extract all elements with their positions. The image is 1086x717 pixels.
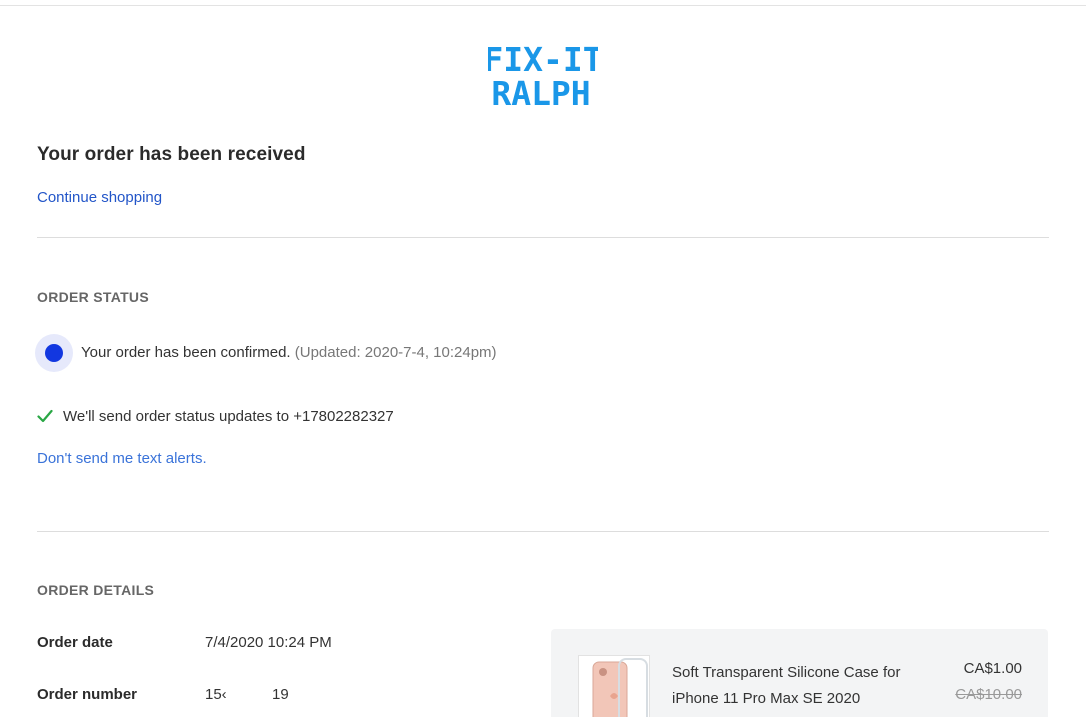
order-date-label: Order date xyxy=(37,634,113,651)
opt-out-text-alerts-link[interactable]: Don't send me text alerts. xyxy=(37,450,207,467)
order-number-value-end: 19 xyxy=(272,686,289,703)
section-divider xyxy=(37,237,1049,238)
status-indicator xyxy=(35,334,73,372)
order-items-panel: Soft Transparent Silicone Case for iPhon… xyxy=(551,629,1048,717)
continue-shopping-link[interactable]: Continue shopping xyxy=(37,189,162,206)
order-number-value-start: 15‹ xyxy=(205,686,227,703)
top-divider xyxy=(0,5,1086,6)
order-status-heading: ORDER STATUS xyxy=(37,289,149,305)
section-divider xyxy=(37,531,1049,532)
logo-artwork: FIX-IT RALPH xyxy=(488,40,598,108)
order-number-label: Order number xyxy=(37,686,138,703)
checkmark-icon xyxy=(37,409,53,423)
status-message: Your order has been confirmed. (Updated:… xyxy=(81,344,497,361)
order-details-heading: ORDER DETAILS xyxy=(37,582,155,598)
product-thumbnail[interactable] xyxy=(578,655,650,717)
status-dot-icon xyxy=(45,344,63,362)
status-updated-text: (Updated: 2020-7-4, 10:24pm) xyxy=(294,344,497,361)
store-logo[interactable]: FIX-IT RALPH xyxy=(488,40,598,108)
product-original-price: CA$10.00 xyxy=(955,686,1022,703)
product-price: CA$1.00 xyxy=(963,660,1022,677)
page-title: Your order has been received xyxy=(37,144,306,165)
logo-line-2: RALPH xyxy=(491,74,590,108)
phone-case-image xyxy=(592,658,648,717)
status-confirmed-text: Your order has been confirmed. xyxy=(81,344,291,361)
order-date-value: 7/4/2020 10:24 PM xyxy=(205,634,332,651)
sms-updates-notice: We'll send order status updates to +1780… xyxy=(63,408,394,425)
product-name[interactable]: Soft Transparent Silicone Case for iPhon… xyxy=(672,660,922,717)
